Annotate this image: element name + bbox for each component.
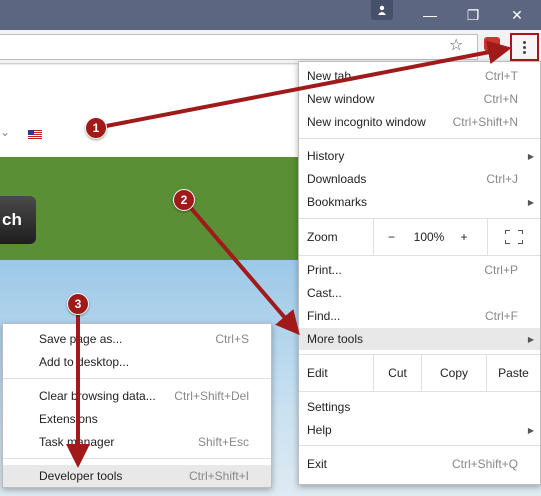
menu-item-more-tools[interactable]: More tools ▶ [299, 328, 540, 350]
menu-separator [299, 445, 540, 446]
browser-toolbar: ☆ [0, 30, 541, 64]
menu-item-shortcut: Ctrl+J [486, 172, 518, 186]
menu-item-cast[interactable]: Cast... [299, 282, 540, 304]
edit-label: Edit [307, 366, 328, 380]
menu-item-shortcut: Ctrl+T [485, 69, 518, 83]
menu-item-label: Cast... [307, 286, 342, 300]
zoom-level: 100% [413, 230, 445, 244]
fullscreen-icon [505, 230, 523, 244]
menu-item-new-tab[interactable]: New tab Ctrl+T [299, 65, 540, 87]
address-bar[interactable] [0, 34, 478, 60]
fullscreen-button[interactable] [487, 219, 540, 255]
menu-separator [299, 255, 540, 256]
submenu-arrow-icon: ▶ [527, 151, 534, 161]
menu-item-settings[interactable]: Settings [299, 396, 540, 418]
maximize-button[interactable]: ❐ [458, 0, 488, 30]
menu-item-label: New window [307, 92, 375, 106]
menu-item-label: New tab [307, 69, 352, 83]
submenu-item-developer-tools[interactable]: Developer tools Ctrl+Shift+I [3, 465, 271, 487]
menu-item-exit[interactable]: Exit Ctrl+Shift+Q [299, 453, 540, 475]
menu-item-shortcut: Ctrl+S [215, 332, 249, 346]
menu-item-shortcut: Ctrl+Shift+Q [451, 457, 518, 471]
menu-item-label: Help [307, 423, 332, 437]
three-dots-vertical-icon [523, 40, 526, 54]
extension-badge: 2 [493, 47, 502, 56]
menu-item-help[interactable]: Help ▶ [299, 419, 540, 441]
menu-item-label: Save page as... [39, 332, 123, 346]
menu-item-shortcut: Ctrl+F [485, 309, 518, 323]
star-icon[interactable]: ☆ [449, 35, 463, 55]
menu-item-label: Extensions [39, 412, 98, 426]
menu-separator [3, 458, 271, 459]
menu-separator [299, 138, 540, 139]
menu-item-shortcut: Shift+Esc [197, 435, 249, 449]
close-button[interactable]: ✕ [500, 0, 534, 30]
menu-item-label: More tools [307, 332, 364, 346]
zoom-label: Zoom [307, 230, 338, 244]
menu-zoom-row: Zoom − 100% + [299, 219, 540, 255]
menu-separator [299, 391, 540, 392]
menu-item-label: Bookmarks [307, 195, 368, 209]
menu-item-shortcut: Ctrl+Shift+N [452, 115, 518, 129]
menu-item-shortcut: Ctrl+P [484, 263, 518, 277]
paste-button[interactable]: Paste [486, 355, 540, 391]
menu-item-label: Exit [307, 457, 328, 471]
search-button[interactable]: ch [0, 196, 36, 244]
menu-item-label: Find... [307, 309, 341, 323]
submenu-arrow-icon: ▶ [527, 425, 534, 435]
menu-item-print[interactable]: Print... Ctrl+P [299, 259, 540, 281]
menu-item-label: Downloads [307, 172, 367, 186]
submenu-arrow-icon: ▶ [527, 197, 534, 207]
submenu-item-add-to-desktop[interactable]: Add to desktop... [3, 351, 271, 373]
step-badge-1: 1 [85, 117, 107, 139]
zoom-in-button[interactable]: + [449, 219, 479, 255]
submenu-item-task-manager[interactable]: Task manager Shift+Esc [3, 431, 271, 453]
menu-edit-row: Edit Cut Copy Paste [299, 355, 540, 391]
menu-item-label: Add to desktop... [39, 355, 130, 369]
cut-button[interactable]: Cut [373, 355, 421, 391]
menu-item-find[interactable]: Find... Ctrl+F [299, 305, 540, 327]
extension-icon[interactable]: 2 [484, 37, 506, 56]
zoom-out-button[interactable]: − [373, 219, 409, 255]
window-titlebar: — ❐ ✕ [0, 0, 541, 30]
menu-item-bookmarks[interactable]: Bookmarks ▶ [299, 191, 540, 213]
step-badge-3: 3 [67, 293, 89, 315]
copy-button[interactable]: Copy [421, 355, 486, 391]
more-tools-submenu: Save page as... Ctrl+S Add to desktop...… [2, 323, 272, 488]
menu-item-label: History [307, 149, 345, 163]
menu-item-new-window[interactable]: New window Ctrl+N [299, 88, 540, 110]
menu-item-label: New incognito window [307, 115, 426, 129]
menu-item-downloads[interactable]: Downloads Ctrl+J [299, 168, 540, 190]
chevron-down-icon[interactable]: ⌄ [0, 125, 10, 139]
user-icon[interactable] [371, 0, 393, 20]
submenu-item-extensions[interactable]: Extensions [3, 408, 271, 430]
menu-item-label: Developer tools [39, 469, 123, 483]
menu-item-history[interactable]: History ▶ [299, 145, 540, 167]
menu-separator [3, 378, 271, 379]
menu-item-label: Settings [307, 400, 351, 414]
chrome-menu-button[interactable] [510, 33, 539, 61]
chrome-menu: New tab Ctrl+T New window Ctrl+N New inc… [298, 61, 541, 485]
menu-item-shortcut: Ctrl+Shift+I [188, 469, 249, 483]
menu-item-label: Clear browsing data... [39, 389, 156, 403]
menu-item-shortcut: Ctrl+Shift+Del [174, 389, 249, 403]
minimize-button[interactable]: — [415, 0, 445, 30]
menu-item-new-incognito[interactable]: New incognito window Ctrl+Shift+N [299, 111, 540, 133]
us-flag-icon[interactable] [28, 130, 42, 139]
menu-item-label: Print... [307, 263, 342, 277]
submenu-item-save-page[interactable]: Save page as... Ctrl+S [3, 328, 271, 350]
menu-item-shortcut: Ctrl+N [483, 92, 518, 106]
submenu-item-clear-browsing-data[interactable]: Clear browsing data... Ctrl+Shift+Del [3, 385, 271, 407]
step-badge-2: 2 [173, 189, 195, 211]
submenu-arrow-icon: ▶ [527, 334, 534, 344]
menu-item-label: Task manager [39, 435, 115, 449]
